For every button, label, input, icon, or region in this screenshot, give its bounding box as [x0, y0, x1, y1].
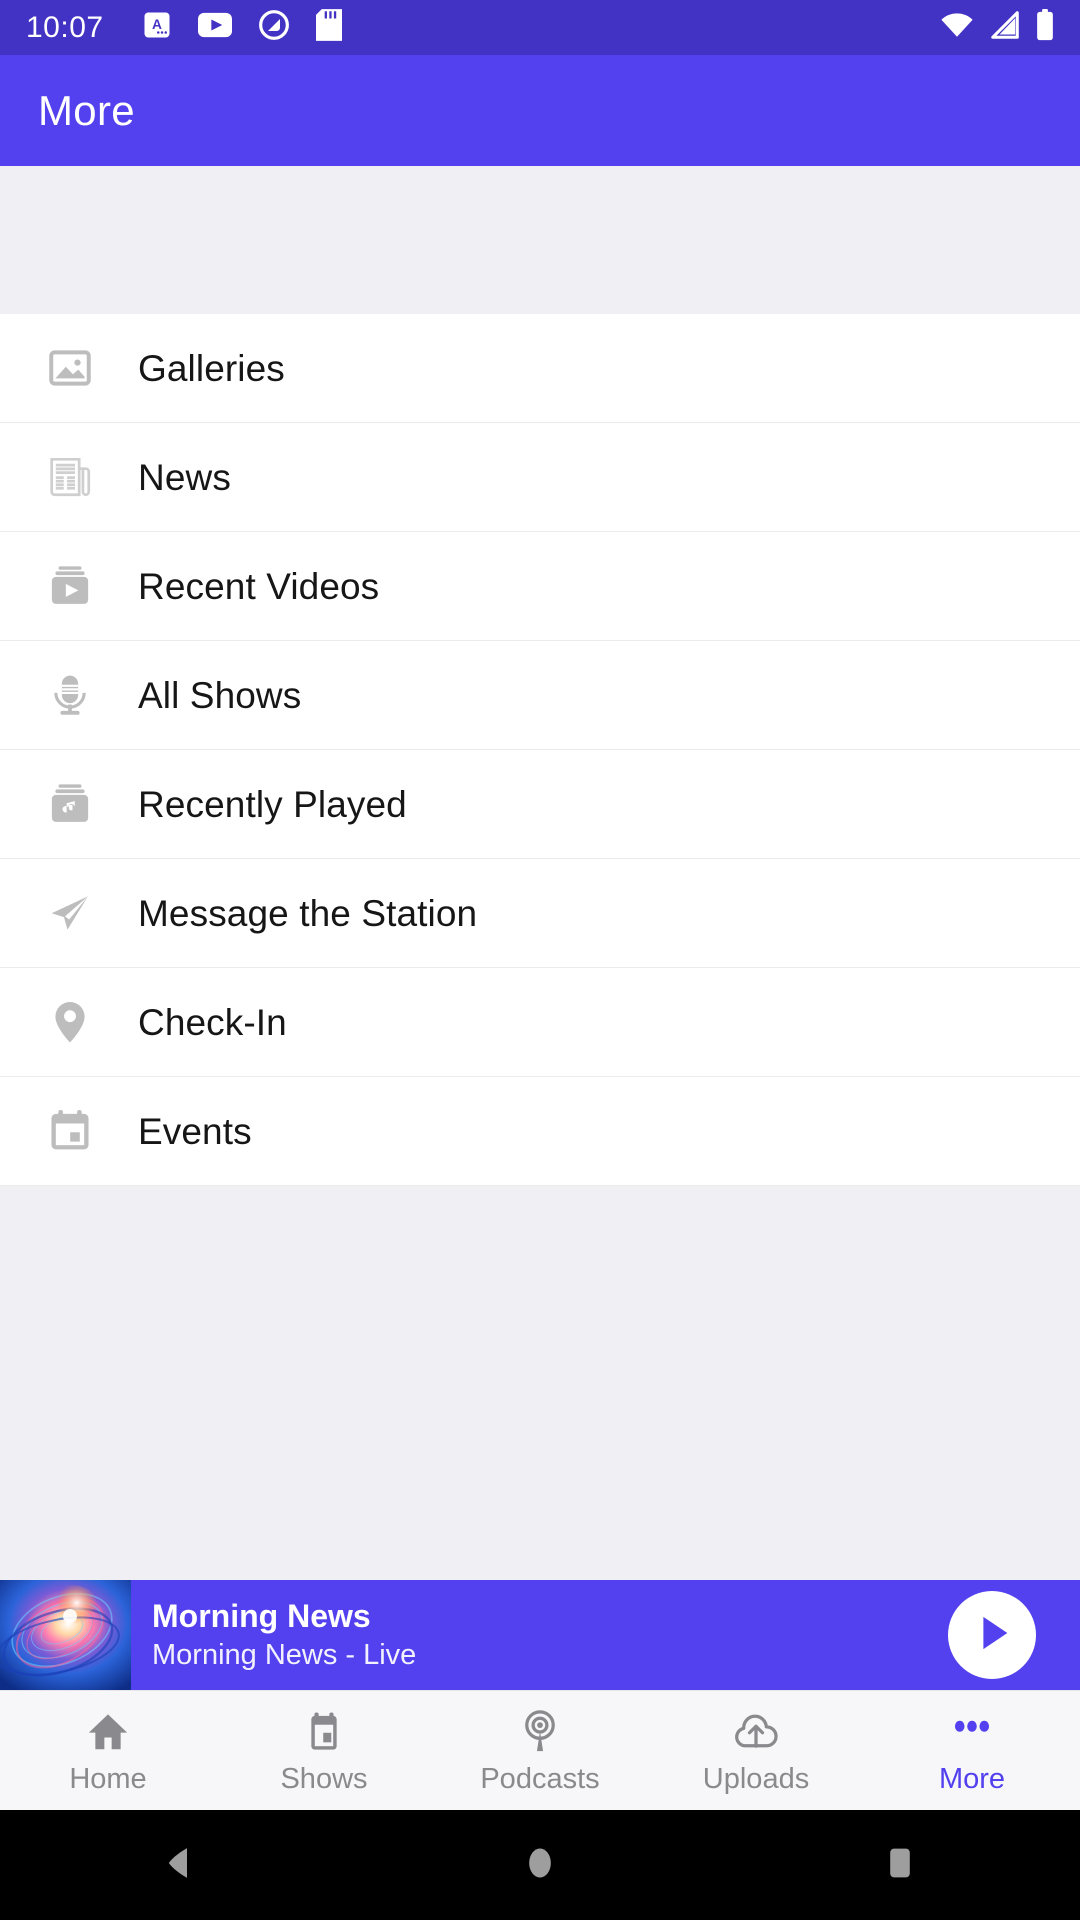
- menu-item-label: Galleries: [138, 347, 285, 389]
- list-header-spacer: [0, 166, 1080, 314]
- home-button[interactable]: [480, 1810, 600, 1920]
- nav-label: Uploads: [702, 1763, 810, 1795]
- svg-text:A: A: [152, 17, 162, 32]
- menu-item-check-in[interactable]: Check-In: [0, 968, 1080, 1077]
- status-bar-notification-icons: A: [142, 9, 342, 46]
- home-icon: [85, 1707, 131, 1755]
- list-bottom-spacer: [0, 1186, 1080, 1580]
- menu-item-news[interactable]: News: [0, 423, 1080, 532]
- nav-label: More: [938, 1763, 1006, 1795]
- status-bar-clock: 10:07: [26, 10, 104, 44]
- nav-label: Podcasts: [480, 1763, 600, 1795]
- nav-label: Home: [69, 1763, 147, 1795]
- calendar-icon: [301, 1707, 347, 1755]
- image-icon: [44, 342, 96, 394]
- back-button[interactable]: [120, 1810, 240, 1920]
- menu-item-label: Recently Played: [138, 783, 407, 825]
- location-pin-icon: [44, 996, 96, 1048]
- recents-icon: [879, 1842, 921, 1889]
- cellular-signal-icon: [990, 11, 1020, 44]
- nav-item-home[interactable]: Home: [0, 1691, 216, 1810]
- youtube-icon: [197, 12, 232, 43]
- now-playing-title: Morning News: [152, 1597, 371, 1634]
- app-bar: More: [0, 55, 1080, 166]
- menu-item-label: Events: [138, 1110, 252, 1152]
- status-bar: 10:07 A: [0, 0, 1080, 55]
- play-icon: [969, 1610, 1015, 1661]
- sd-card-icon: [315, 9, 342, 46]
- quizlet-icon: [258, 9, 290, 46]
- menu-item-events[interactable]: Events: [0, 1077, 1080, 1186]
- app-screen: 10:07 A More Galleries News Recent Video…: [0, 0, 1080, 1920]
- more-dots-icon: [949, 1707, 995, 1755]
- menu-item-label: Message the Station: [138, 892, 478, 934]
- nav-item-uploads[interactable]: Uploads: [648, 1691, 864, 1810]
- battery-icon: [1036, 9, 1054, 46]
- menu-content: Galleries News Recent Videos All Shows R…: [0, 166, 1080, 1580]
- nav-item-shows[interactable]: Shows: [216, 1691, 432, 1810]
- send-icon: [44, 887, 96, 939]
- bottom-navigation: Home Shows Podcasts Uploads More: [0, 1690, 1080, 1810]
- menu-item-recent-videos[interactable]: Recent Videos: [0, 532, 1080, 641]
- nav-label: Shows: [280, 1763, 368, 1795]
- status-bar-system-icons: [940, 9, 1054, 46]
- now-playing-info: Morning News Morning News - Live: [131, 1598, 948, 1672]
- menu-item-label: News: [138, 456, 231, 498]
- home-icon: [519, 1842, 561, 1889]
- cloud-upload-icon: [733, 1707, 779, 1755]
- nav-item-more[interactable]: More: [864, 1691, 1080, 1810]
- page-title: More: [38, 86, 135, 134]
- menu-item-galleries[interactable]: Galleries: [0, 314, 1080, 423]
- microphone-icon: [44, 669, 96, 721]
- app-badge-icon: A: [142, 10, 172, 45]
- music-library-icon: [44, 778, 96, 830]
- menu-item-label: All Shows: [138, 674, 302, 716]
- menu-item-label: Recent Videos: [138, 565, 380, 607]
- now-playing-bar[interactable]: Morning News Morning News - Live: [0, 1580, 1080, 1690]
- podcast-icon: [517, 1707, 563, 1755]
- wifi-icon: [940, 12, 974, 43]
- now-playing-subtitle: Morning News - Live: [152, 1638, 417, 1671]
- back-icon: [159, 1842, 201, 1889]
- recents-button[interactable]: [840, 1810, 960, 1920]
- video-library-icon: [44, 560, 96, 612]
- menu-item-all-shows[interactable]: All Shows: [0, 641, 1080, 750]
- nav-item-podcasts[interactable]: Podcasts: [432, 1691, 648, 1810]
- menu-item-label: Check-In: [138, 1001, 287, 1043]
- menu-item-message-the-station[interactable]: Message the Station: [0, 859, 1080, 968]
- play-button[interactable]: [948, 1591, 1036, 1679]
- more-menu-list: Galleries News Recent Videos All Shows R…: [0, 314, 1080, 1186]
- now-playing-artwork: [0, 1580, 131, 1690]
- newspaper-icon: [44, 451, 96, 503]
- android-navigation-bar: [0, 1810, 1080, 1920]
- menu-item-recently-played[interactable]: Recently Played: [0, 750, 1080, 859]
- calendar-icon: [44, 1105, 96, 1157]
